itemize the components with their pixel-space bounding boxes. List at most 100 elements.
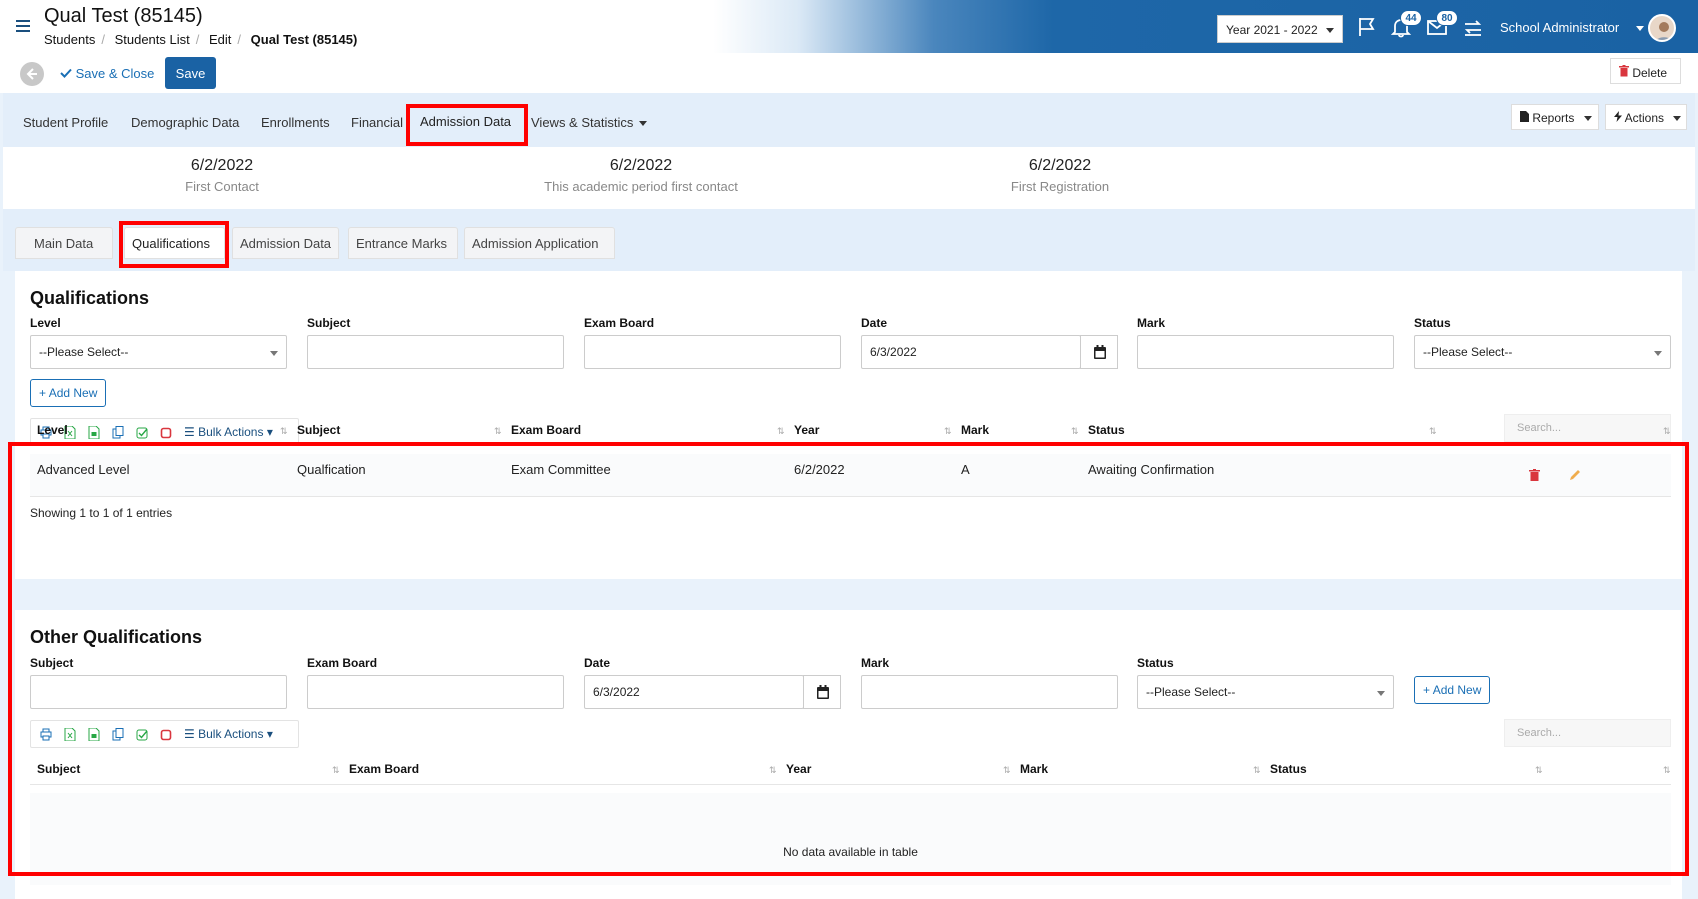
exam-board-input[interactable]: [584, 335, 841, 369]
sort-icon[interactable]: ⇅: [1429, 426, 1437, 437]
col-level[interactable]: Level: [37, 423, 68, 437]
trash-icon[interactable]: [1529, 469, 1540, 481]
deselect-icon[interactable]: [160, 426, 172, 439]
csv-icon[interactable]: [88, 728, 100, 741]
copy-icon[interactable]: [112, 728, 124, 741]
other-add-new-label: Add New: [1432, 683, 1482, 697]
table-row[interactable]: [30, 454, 1671, 496]
period-first-contact-value: 6/2/2022: [609, 157, 673, 174]
sort-icon[interactable]: ⇅: [1071, 426, 1079, 437]
tab-financial[interactable]: Financial: [351, 115, 403, 130]
select-all-icon[interactable]: [136, 426, 148, 439]
sort-icon[interactable]: ⇅: [1253, 765, 1261, 776]
first-registration: 6/2/2022 First Registration: [930, 157, 1190, 194]
add-qualification-button[interactable]: + Add New: [30, 379, 107, 407]
avatar[interactable]: [1648, 14, 1676, 42]
first-contact: 6/2/2022 First Contact: [92, 157, 352, 194]
other-col-status[interactable]: Status: [1270, 762, 1307, 776]
tab-student-profile[interactable]: Student Profile: [23, 115, 108, 130]
other-calendar-button[interactable]: [803, 675, 841, 709]
other-mark-label: Mark: [861, 656, 890, 670]
qualifications-search-input[interactable]: Search...: [1504, 414, 1671, 442]
menu-icon[interactable]: [16, 20, 30, 32]
col-exam-board[interactable]: Exam Board: [511, 423, 581, 437]
actions-dropdown[interactable]: Actions: [1605, 104, 1687, 130]
chevron-down-icon: [1654, 351, 1662, 356]
other-col-mark[interactable]: Mark: [1020, 762, 1048, 776]
add-other-qualification-button[interactable]: + Add New: [1414, 676, 1491, 704]
sort-icon[interactable]: ⇅: [944, 426, 952, 437]
mark-label: Mark: [1137, 316, 1166, 330]
delete-button[interactable]: Delete: [1610, 58, 1681, 84]
reports-dropdown[interactable]: Reports: [1511, 104, 1599, 130]
other-mark-input[interactable]: [861, 675, 1118, 709]
sort-icon[interactable]: ⇅: [332, 765, 340, 776]
save-close-label: Save & Close: [75, 66, 155, 81]
sub-tab-nav: Main Data Qualifications Admission Data …: [3, 209, 1695, 271]
subtab-main-data[interactable]: Main Data: [15, 227, 113, 259]
other-qualifications-search-input[interactable]: Search...: [1504, 719, 1671, 747]
transfer-icon[interactable]: [1462, 16, 1484, 38]
other-col-subject[interactable]: Subject: [37, 762, 80, 776]
list-icon: ☰: [184, 727, 195, 741]
level-select[interactable]: --Please Select--: [30, 335, 287, 369]
subtab-admission-application[interactable]: Admission Application: [464, 227, 615, 259]
sort-icon[interactable]: ⇅: [769, 765, 777, 776]
envelope-icon[interactable]: 80: [1426, 10, 1458, 38]
print-icon[interactable]: [40, 728, 52, 741]
back-button[interactable]: [20, 62, 44, 86]
tab-enrollments[interactable]: Enrollments: [261, 115, 330, 130]
col-mark[interactable]: Mark: [961, 423, 989, 437]
breadcrumb-students[interactable]: Students: [44, 32, 95, 47]
save-button[interactable]: Save: [165, 57, 216, 89]
bulk-actions-label: Bulk Actions: [198, 425, 264, 439]
date-input[interactable]: 6/3/2022: [861, 335, 1081, 369]
status-select[interactable]: --Please Select--: [1414, 335, 1671, 369]
sort-icon[interactable]: ⇅: [494, 426, 502, 437]
col-year[interactable]: Year: [794, 423, 819, 437]
reports-label: Reports: [1532, 111, 1575, 125]
other-exam-board-input[interactable]: [307, 675, 564, 709]
other-subject-input[interactable]: [30, 675, 287, 709]
sort-icon[interactable]: ⇅: [777, 426, 785, 437]
sort-icon[interactable]: ⇅: [1535, 765, 1543, 776]
other-bulk-actions-dropdown[interactable]: ☰ Bulk Actions ▾: [184, 727, 273, 741]
sort-icon[interactable]: ⇅: [1003, 765, 1011, 776]
tab-views-statistics[interactable]: Views & Statistics: [531, 115, 648, 130]
calendar-icon: [817, 685, 829, 699]
other-col-exam-board[interactable]: Exam Board: [349, 762, 419, 776]
sort-icon[interactable]: ⇅: [1663, 765, 1671, 776]
user-menu[interactable]: School Administrator: [1500, 20, 1619, 35]
bulk-actions-dropdown[interactable]: ☰ Bulk Actions ▾: [184, 425, 273, 439]
mark-input[interactable]: [1137, 335, 1394, 369]
tab-demographic-data[interactable]: Demographic Data: [131, 115, 239, 130]
other-qualifications-panel: Other Qualifications Subject Exam Board …: [15, 610, 1682, 899]
sort-icon[interactable]: ⇅: [1663, 426, 1671, 437]
other-status-label: Status: [1137, 656, 1174, 670]
subject-input[interactable]: [307, 335, 564, 369]
date-label: Date: [861, 316, 888, 330]
other-date-input[interactable]: 6/3/2022: [584, 675, 804, 709]
subtab-qualifications[interactable]: Qualifications: [124, 227, 225, 259]
save-close-button[interactable]: Save & Close: [60, 66, 154, 81]
subtab-entrance-marks[interactable]: Entrance Marks: [348, 227, 458, 259]
deselect-icon[interactable]: [160, 728, 172, 741]
excel-icon[interactable]: [64, 728, 76, 741]
copy-icon[interactable]: [112, 426, 124, 439]
col-status[interactable]: Status: [1088, 423, 1125, 437]
flag-icon[interactable]: [1356, 16, 1378, 38]
bell-icon[interactable]: 44: [1390, 10, 1422, 38]
year-select[interactable]: Year 2021 - 2022: [1217, 15, 1343, 43]
pencil-icon[interactable]: [1569, 469, 1581, 481]
breadcrumb-students-list[interactable]: Students List: [115, 32, 190, 47]
select-all-icon[interactable]: [136, 728, 148, 741]
other-col-year[interactable]: Year: [786, 762, 811, 776]
tab-admission-data[interactable]: Admission Data: [420, 114, 511, 129]
csv-icon[interactable]: [88, 426, 100, 439]
col-subject[interactable]: Subject: [297, 423, 340, 437]
sort-icon[interactable]: ⇅: [280, 426, 288, 437]
calendar-button[interactable]: [1080, 335, 1118, 369]
subtab-admission-data[interactable]: Admission Data: [232, 227, 339, 259]
breadcrumb-edit[interactable]: Edit: [209, 32, 231, 47]
other-status-select[interactable]: --Please Select--: [1137, 675, 1394, 709]
